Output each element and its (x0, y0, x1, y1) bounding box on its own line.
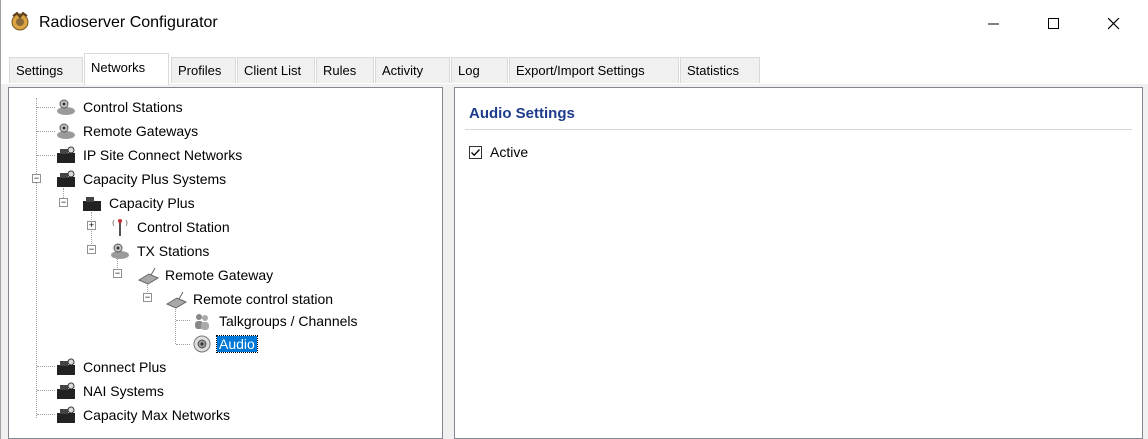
tab-export-import-settings[interactable]: Export/Import Settings (509, 57, 679, 83)
audio-settings-panel: Audio Settings Active (454, 87, 1143, 439)
tab-activity[interactable]: Activity (375, 57, 450, 83)
tab-log[interactable]: Log (451, 57, 508, 83)
tree-item-label: NAI Systems (83, 383, 164, 399)
collapse-toggle[interactable]: − (113, 269, 122, 278)
tree-item-label: Remote Gateway (165, 267, 274, 283)
tab-rules[interactable]: Rules (316, 57, 374, 83)
network-icon (55, 405, 77, 425)
speaker-icon (191, 334, 213, 354)
network-icon (81, 193, 103, 213)
maximize-button[interactable] (1031, 0, 1077, 48)
tree-item-label: Capacity Plus Systems (83, 171, 227, 187)
tree-item-label: Connect Plus (83, 359, 167, 375)
tree-item-tx-stations[interactable]: TX Stations (109, 240, 211, 262)
tree-line (175, 306, 176, 344)
tab-statistics[interactable]: Statistics (680, 57, 760, 83)
tree-item-audio[interactable]: Audio (191, 333, 258, 355)
collapse-toggle[interactable]: − (59, 198, 68, 207)
tree-line (176, 344, 190, 345)
network-icon (55, 357, 77, 377)
tree-item-connect-plus[interactable]: Connect Plus (55, 356, 168, 378)
checkmark-icon (471, 148, 480, 156)
tab-bar: Settings Networks Profiles Client List R… (1, 53, 1148, 85)
gateway-icon (165, 289, 188, 309)
tree-item-capacity-plus[interactable]: Capacity Plus (81, 192, 197, 214)
tree-item-capacity-plus-systems[interactable]: Capacity Plus Systems (55, 168, 228, 190)
network-icon (55, 145, 77, 165)
tree-item-control-station[interactable]: Control Station (109, 216, 232, 238)
tree-line (36, 98, 37, 418)
stations-icon (55, 121, 77, 141)
tree-item-label: TX Stations (137, 243, 210, 259)
tree-item-capacity-max-networks[interactable]: Capacity Max Networks (55, 404, 232, 426)
tree-line (37, 414, 55, 415)
tab-profiles[interactable]: Profiles (171, 57, 236, 83)
tree-item-label: Control Station (137, 219, 230, 235)
users-icon (191, 311, 213, 331)
minimize-icon (988, 23, 999, 25)
title-bar[interactable]: Radioserver Configurator (1, 0, 1148, 53)
tree-item-label: Capacity Plus (109, 195, 195, 211)
gateway-icon (137, 265, 160, 285)
active-checkbox-row[interactable]: Active (469, 144, 528, 160)
antenna-icon (109, 217, 131, 237)
tree-item-label: Remote Gateways (83, 123, 199, 139)
tab-client-list[interactable]: Client List (237, 57, 315, 83)
close-icon (1108, 18, 1120, 30)
tab-settings[interactable]: Settings (9, 57, 83, 83)
tree-item-label: IP Site Connect Networks (83, 147, 243, 163)
stations-icon (55, 97, 77, 117)
collapse-toggle[interactable]: − (87, 245, 96, 254)
tree-line (37, 155, 55, 156)
window-title: Radioserver Configurator (39, 14, 218, 31)
tree-item-label: Capacity Max Networks (83, 407, 231, 423)
collapse-toggle[interactable]: − (143, 293, 152, 302)
tree-item-label: Control Stations (83, 99, 183, 115)
tree-item-remote-gateway[interactable]: Remote Gateway (137, 264, 275, 286)
close-button[interactable] (1091, 0, 1137, 48)
collapse-toggle[interactable]: − (32, 174, 41, 183)
maximize-icon (1048, 18, 1059, 29)
tree-line (37, 107, 55, 108)
network-icon (55, 169, 77, 189)
tree-item-label: Remote control station (193, 291, 334, 307)
tree-item-talkgroups-channels[interactable]: Talkgroups / Channels (191, 310, 360, 332)
tree-line (37, 366, 55, 367)
radio-app-icon (9, 10, 31, 32)
tab-networks[interactable]: Networks (84, 53, 169, 85)
network-icon (55, 381, 77, 401)
tree-item-remote-gateways[interactable]: Remote Gateways (55, 120, 200, 142)
network-tree[interactable]: − − + − − − Control Stations Remote Gate… (8, 87, 443, 439)
section-divider (465, 129, 1132, 130)
expand-toggle[interactable]: + (87, 221, 96, 230)
tree-item-nai-systems[interactable]: NAI Systems (55, 380, 166, 402)
tree-item-label: Audio (216, 335, 258, 353)
tree-item-control-stations[interactable]: Control Stations (55, 96, 185, 118)
active-label: Active (490, 144, 529, 160)
tree-item-ip-site-connect-networks[interactable]: IP Site Connect Networks (55, 144, 244, 166)
tree-line (91, 212, 92, 248)
app-window: Radioserver Configurator Settings Networ… (0, 0, 1148, 439)
minimize-button[interactable] (971, 0, 1017, 48)
tree-item-remote-control-station[interactable]: Remote control station (165, 288, 335, 310)
tree-line (37, 131, 55, 132)
active-checkbox[interactable] (469, 145, 482, 159)
content-area: − − + − − − Control Stations Remote Gate… (1, 84, 1148, 439)
stations-icon (109, 241, 131, 261)
section-title: Audio Settings (469, 105, 575, 122)
tree-line (37, 390, 55, 391)
tree-line (176, 320, 190, 321)
tree-item-label: Talkgroups / Channels (219, 313, 358, 329)
